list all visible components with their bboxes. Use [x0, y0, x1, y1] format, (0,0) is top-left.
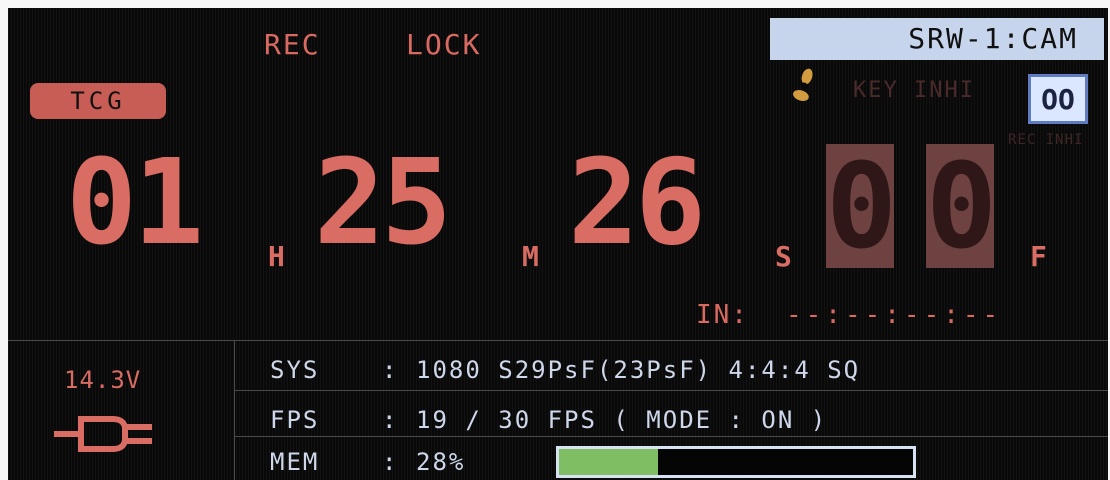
memory-usage-fill — [559, 449, 659, 475]
timecode-hours-unit: H — [268, 240, 285, 273]
fps-colon: : — [382, 406, 399, 434]
in-point-label: IN: — [696, 300, 749, 330]
memory-usage-bar — [556, 446, 916, 478]
rec-inhibit-icon: OO — [1028, 74, 1088, 124]
voltage-readout: 14.3V — [64, 366, 142, 394]
rec-status: REC — [264, 28, 321, 61]
divider-top — [8, 340, 1108, 341]
rec-inhibit-label: REC INHI — [1008, 132, 1084, 148]
timecode-frames-tens-digit: 0 — [826, 137, 898, 275]
timecode-frames-tens: 0 — [826, 144, 897, 268]
timecode-hours: 01 — [66, 133, 204, 271]
timecode-seconds: 26 — [568, 133, 706, 271]
sys-colon: : — [382, 356, 399, 384]
timecode-minutes-unit: M — [522, 240, 539, 273]
timecode-frames-units-digit: 0 — [926, 137, 998, 275]
mem-value: 28% — [416, 448, 466, 476]
mem-label: MEM — [270, 448, 320, 476]
timecode-mode-badge: TCG — [30, 83, 166, 119]
device-badge: SRW-1:CAM — [770, 18, 1104, 60]
camera-status-screen: REC LOCK SRW-1:CAM TCG KEY INHI OO REC I… — [8, 8, 1108, 480]
mem-colon: : — [382, 448, 399, 476]
timecode-frames-units: 0 — [926, 144, 997, 268]
fan-icon — [793, 68, 813, 101]
divider-row-1 — [234, 390, 1108, 391]
timecode-frames-unit: F — [1030, 240, 1047, 273]
lock-status: LOCK — [406, 28, 482, 61]
fps-label: FPS — [270, 406, 320, 434]
timecode-seconds-unit: S — [775, 240, 792, 273]
in-point-value: --:--:--:-- — [786, 300, 1003, 330]
rec-inhibit-icon-text: OO — [1041, 83, 1075, 116]
key-inhibit-indicator: KEY INHI — [853, 78, 975, 103]
plug-icon — [54, 416, 152, 452]
fps-value: 19 / 30 FPS ( MODE : ON ) — [416, 406, 828, 434]
sys-label: SYS — [270, 356, 320, 384]
divider-left — [234, 340, 235, 480]
timecode-minutes: 25 — [314, 133, 452, 271]
divider-row-2 — [234, 436, 1108, 437]
sys-value: 1080 S29PsF(23PsF) 4:4:4 SQ — [416, 356, 861, 384]
